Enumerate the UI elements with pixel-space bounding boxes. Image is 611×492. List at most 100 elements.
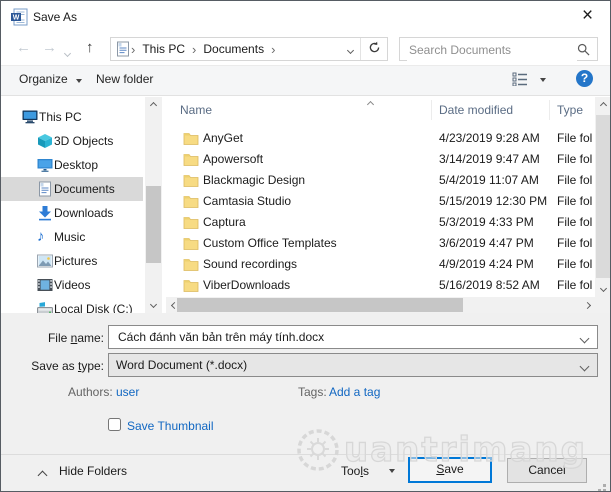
column-header-name[interactable]: Name xyxy=(180,103,212,117)
sidebar-scrollbar[interactable] xyxy=(145,97,162,313)
folder-icon xyxy=(183,215,199,229)
help-button[interactable]: ? xyxy=(576,70,593,87)
tools-button[interactable]: Tools xyxy=(341,464,369,478)
file-name-combobox[interactable] xyxy=(108,325,598,349)
scroll-right-icon[interactable] xyxy=(579,297,595,313)
file-row-captura[interactable]: Captura 5/3/2019 4:33 PM File fol xyxy=(166,212,595,233)
list-view-icon xyxy=(512,72,528,86)
scrollbar-thumb[interactable] xyxy=(177,298,463,312)
scroll-up-icon[interactable] xyxy=(145,97,162,114)
resize-grip[interactable] xyxy=(603,484,606,487)
column-header-date-modified[interactable]: Date modified xyxy=(439,103,513,117)
folder-icon xyxy=(183,194,199,208)
add-a-tag-link[interactable]: Add a tag xyxy=(329,385,380,399)
list-horizontal-scrollbar[interactable] xyxy=(166,297,595,313)
music-note-icon: ♪ xyxy=(37,229,53,245)
scroll-up-icon[interactable] xyxy=(595,97,611,114)
sidebar-item-label: Videos xyxy=(54,278,90,292)
sidebar-item-label: Downloads xyxy=(54,206,113,220)
folder-icon xyxy=(183,236,199,250)
file-row-anyget[interactable]: AnyGet 4/23/2019 9:28 AM File fol xyxy=(166,128,595,149)
close-button[interactable]: × xyxy=(565,1,610,31)
sidebar-item-3d-objects[interactable]: 3D Objects xyxy=(1,129,143,153)
sidebar-item-downloads[interactable]: Downloads xyxy=(1,201,143,225)
svg-text:W: W xyxy=(13,15,20,22)
hide-folders-button[interactable] xyxy=(39,468,46,482)
download-arrow-icon xyxy=(37,205,53,221)
documents-location-icon xyxy=(116,41,130,57)
sidebar-item-pictures[interactable]: Pictures xyxy=(1,249,143,273)
list-header: Name Date modified Type xyxy=(166,97,595,123)
refresh-icon xyxy=(368,41,381,54)
document-icon xyxy=(37,181,53,197)
refresh-button[interactable] xyxy=(361,41,387,57)
folder-icon xyxy=(183,278,199,292)
file-row-blackmagic-design[interactable]: Blackmagic Design 5/4/2019 11:07 AM File… xyxy=(166,170,595,191)
address-dropdown-button[interactable] xyxy=(341,42,360,56)
authors-value[interactable]: user xyxy=(116,385,139,399)
sidebar-item-documents[interactable]: Documents xyxy=(1,177,143,201)
desktop-icon xyxy=(37,157,53,173)
search-icon xyxy=(577,43,590,56)
scroll-down-icon[interactable] xyxy=(595,280,611,297)
folder-icon xyxy=(183,131,199,145)
authors-label: Authors: xyxy=(68,385,113,399)
hard-drive-icon xyxy=(37,301,53,313)
file-name-input[interactable] xyxy=(116,326,580,348)
chevron-down-icon[interactable] xyxy=(580,362,590,372)
save-thumbnail-label[interactable]: Save Thumbnail xyxy=(127,419,214,433)
back-button[interactable]: ← xyxy=(16,39,31,56)
up-button[interactable]: ↑ xyxy=(86,39,94,56)
new-folder-button[interactable]: New folder xyxy=(96,72,153,86)
file-row-sound-recordings[interactable]: Sound recordings 4/9/2019 4:24 PM File f… xyxy=(166,254,595,275)
save-thumbnail-checkbox[interactable] xyxy=(108,418,121,431)
column-header-type[interactable]: Type xyxy=(557,103,583,117)
file-row-camtasia-studio[interactable]: Camtasia Studio 5/15/2019 12:30 PM File … xyxy=(166,191,595,212)
sidebar-item-videos[interactable]: Videos xyxy=(1,273,143,297)
file-row-custom-office-templates[interactable]: Custom Office Templates 3/6/2019 4:47 PM… xyxy=(166,233,595,254)
breadcrumb-this-pc[interactable]: This PC xyxy=(136,42,191,56)
film-strip-icon xyxy=(37,277,53,293)
3d-cube-icon xyxy=(37,133,53,149)
recent-locations-button[interactable] xyxy=(65,45,70,59)
list-vertical-scrollbar[interactable] xyxy=(595,97,611,297)
save-as-type-value: Word Document (*.docx) xyxy=(116,358,247,372)
sidebar-item-local-disk-c[interactable]: Local Disk (C:) xyxy=(1,297,143,313)
breadcrumb-documents[interactable]: Documents xyxy=(197,42,270,56)
tags-label: Tags: xyxy=(298,385,327,399)
save-as-dialog: W Save As × ← → ↑ › This PC › Documents … xyxy=(0,0,611,492)
sidebar-item-this-pc[interactable]: This PC xyxy=(1,105,143,129)
computer-icon xyxy=(22,109,38,125)
sidebar-item-label: Local Disk (C:) xyxy=(54,302,133,313)
view-options-button[interactable] xyxy=(512,72,546,89)
sidebar-item-label: This PC xyxy=(39,110,82,124)
sidebar-item-music[interactable]: ♪ Music xyxy=(1,225,143,249)
breadcrumb-separator-icon: › xyxy=(270,42,276,57)
file-row-apowersoft[interactable]: Apowersoft 3/14/2019 9:47 AM File fol xyxy=(166,149,595,170)
forward-button[interactable]: → xyxy=(42,39,57,56)
scrollbar-thumb[interactable] xyxy=(146,186,161,263)
window-title: Save As xyxy=(33,10,77,24)
organize-button[interactable]: Organize xyxy=(19,72,82,86)
scroll-down-icon[interactable] xyxy=(145,296,162,313)
folder-icon xyxy=(183,257,199,271)
organize-label: Organize xyxy=(19,72,68,86)
tools-dropdown-arrow-icon[interactable] xyxy=(389,469,395,473)
search-input[interactable] xyxy=(407,39,577,61)
search-box xyxy=(399,37,598,61)
save-button[interactable]: Save xyxy=(408,457,492,483)
word-document-icon: W xyxy=(10,8,28,26)
chevron-down-icon[interactable] xyxy=(580,334,590,344)
dropdown-arrow-icon xyxy=(76,79,82,83)
save-as-type-label: Save as type: xyxy=(1,359,104,373)
sidebar-item-label: Pictures xyxy=(54,254,97,268)
address-bar[interactable]: › This PC › Documents › xyxy=(110,37,388,61)
file-row-viberdownloads[interactable]: ViberDownloads 5/16/2019 8:52 AM File fo… xyxy=(166,275,595,296)
hide-folders-label[interactable]: Hide Folders xyxy=(59,464,127,478)
sidebar-item-label: Desktop xyxy=(54,158,98,172)
scrollbar-thumb[interactable] xyxy=(596,115,611,278)
sidebar-item-label: Music xyxy=(54,230,85,244)
cancel-button[interactable]: Cancel xyxy=(507,458,587,483)
save-as-type-combobox[interactable]: Word Document (*.docx) xyxy=(108,353,598,377)
sidebar-item-desktop[interactable]: Desktop xyxy=(1,153,143,177)
